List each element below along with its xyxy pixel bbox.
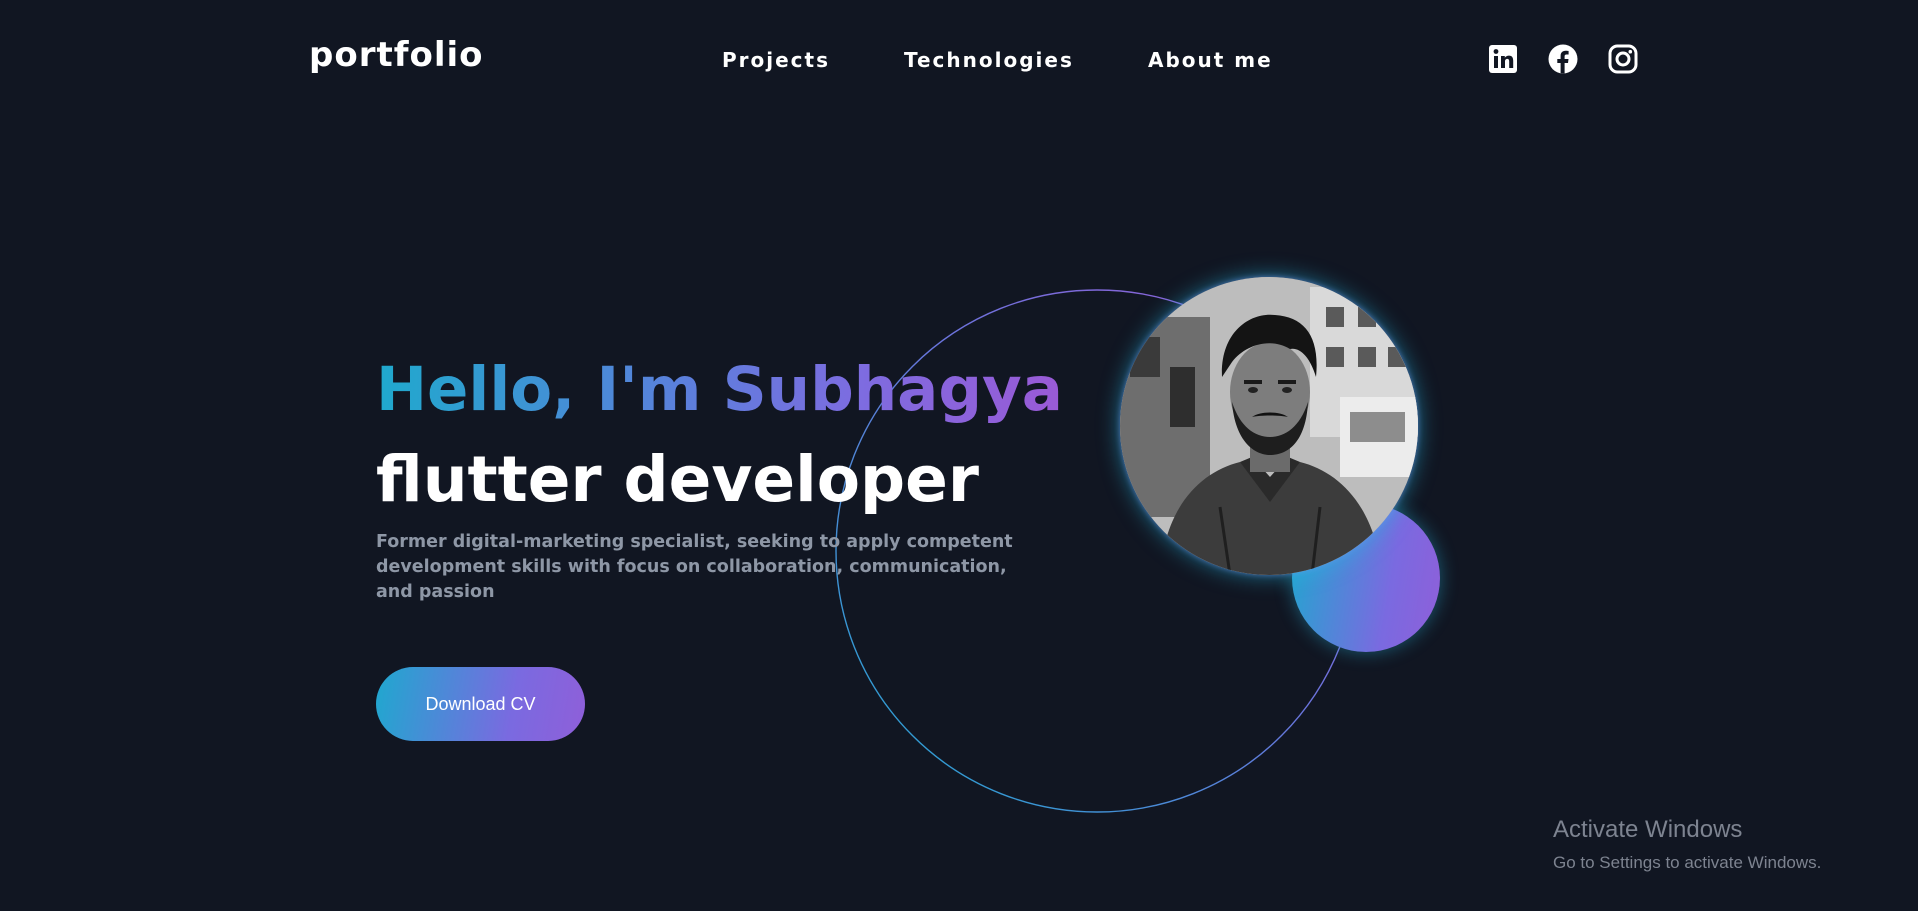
hero-greeting: Hello, I'm Subhagya (376, 354, 1063, 425)
social-links (1488, 44, 1638, 74)
hero-role: flutter developer (376, 443, 979, 516)
hero-tagline: Former digital-marketing specialist, see… (376, 532, 1013, 602)
nav-about-me[interactable]: About me (1148, 50, 1273, 70)
profile-photo (1120, 277, 1418, 575)
instagram-icon[interactable] (1608, 44, 1638, 74)
nav-technologies[interactable]: Technologies (904, 50, 1074, 70)
download-cv-button[interactable]: Download CV (376, 667, 585, 741)
site-logo[interactable]: portfolio (309, 38, 484, 72)
nav-projects[interactable]: Projects (722, 50, 830, 70)
download-cv-label: Download CV (425, 693, 536, 714)
portfolio-page: portfolio Projects Technologies About me (0, 0, 1918, 911)
watermark-subtitle: Go to Settings to activate Windows. (1553, 853, 1822, 872)
watermark-title: Activate Windows (1553, 816, 1743, 843)
linkedin-icon[interactable] (1488, 44, 1518, 74)
windows-activation-watermark: Activate Windows Go to Settings to activ… (1553, 816, 1822, 872)
facebook-icon[interactable] (1548, 44, 1578, 74)
